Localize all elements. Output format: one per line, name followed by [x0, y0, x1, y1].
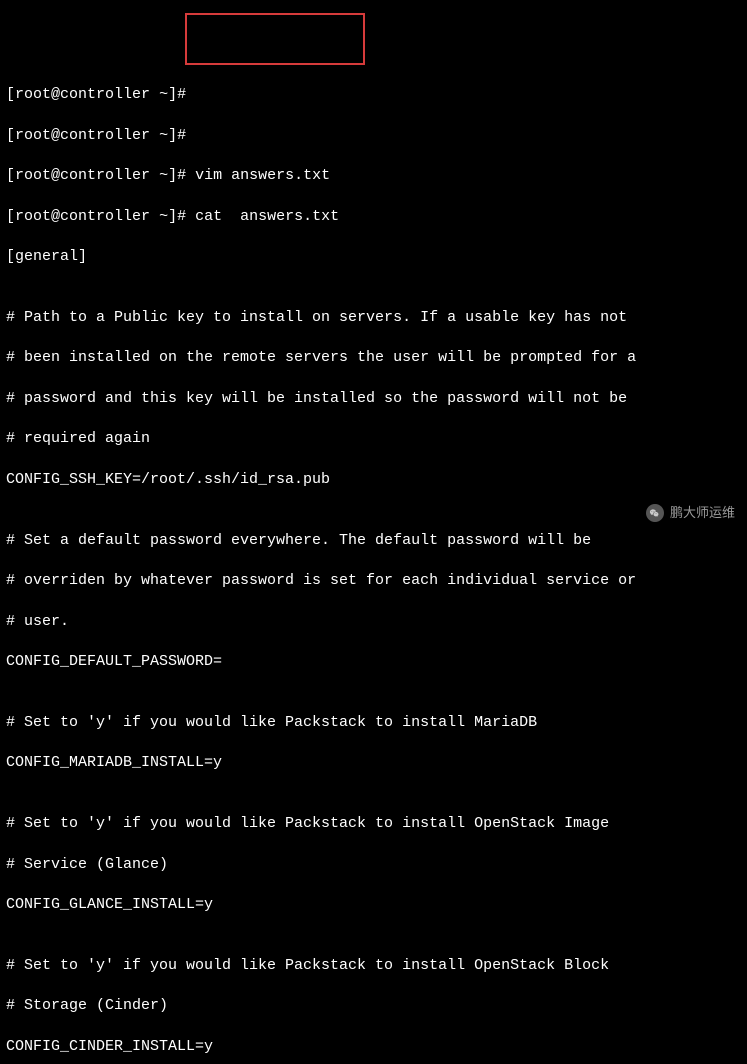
watermark-text: 鹏大师运维	[670, 504, 735, 522]
prompt-path: ~	[159, 167, 168, 184]
prompt-line: [root@controller ~]#	[6, 85, 741, 105]
file-line: # password and this key will be installe…	[6, 389, 741, 409]
command-text: vim answers.txt	[195, 167, 330, 184]
prompt-line: [root@controller ~]# cat answers.txt	[6, 207, 741, 227]
prompt-user: root	[15, 86, 51, 103]
prompt-user: root	[15, 167, 51, 184]
file-line: CONFIG_CINDER_INSTALL=y	[6, 1037, 741, 1057]
file-line: # Service (Glance)	[6, 855, 741, 875]
wechat-icon	[646, 504, 664, 522]
file-line: # Path to a Public key to install on ser…	[6, 308, 741, 328]
file-line: # user.	[6, 612, 741, 632]
prompt-user: root	[15, 127, 51, 144]
prompt-user: root	[15, 208, 51, 225]
prompt-host: controller	[60, 86, 150, 103]
prompt-line: [root@controller ~]# vim answers.txt	[6, 166, 741, 186]
prompt-path: ~	[159, 208, 168, 225]
prompt-host: controller	[60, 208, 150, 225]
file-line: CONFIG_DEFAULT_PASSWORD=	[6, 652, 741, 672]
prompt-symbol: #	[177, 86, 186, 103]
prompt-symbol: #	[177, 167, 186, 184]
highlight-annotation	[185, 13, 365, 65]
terminal-output[interactable]: [root@controller ~]# [root@controller ~]…	[6, 85, 741, 1057]
file-line: # Set to 'y' if you would like Packstack…	[6, 814, 741, 834]
file-line: CONFIG_GLANCE_INSTALL=y	[6, 895, 741, 915]
file-line: CONFIG_MARIADB_INSTALL=y	[6, 753, 741, 773]
file-line: # overriden by whatever password is set …	[6, 571, 741, 591]
command-text: cat answers.txt	[195, 208, 339, 225]
file-line: # Set to 'y' if you would like Packstack…	[6, 713, 741, 733]
prompt-path: ~	[159, 127, 168, 144]
prompt-symbol: #	[177, 208, 186, 225]
file-line: # required again	[6, 429, 741, 449]
file-line: # been installed on the remote servers t…	[6, 348, 741, 368]
file-line: # Set to 'y' if you would like Packstack…	[6, 956, 741, 976]
file-line: CONFIG_SSH_KEY=/root/.ssh/id_rsa.pub	[6, 470, 741, 490]
prompt-symbol: #	[177, 127, 186, 144]
prompt-host: controller	[60, 167, 150, 184]
prompt-line: [root@controller ~]#	[6, 126, 741, 146]
prompt-host: controller	[60, 127, 150, 144]
prompt-path: ~	[159, 86, 168, 103]
watermark: 鹏大师运维	[646, 504, 735, 522]
file-line: # Set a default password everywhere. The…	[6, 531, 741, 551]
file-line: # Storage (Cinder)	[6, 996, 741, 1016]
file-line: [general]	[6, 247, 741, 267]
